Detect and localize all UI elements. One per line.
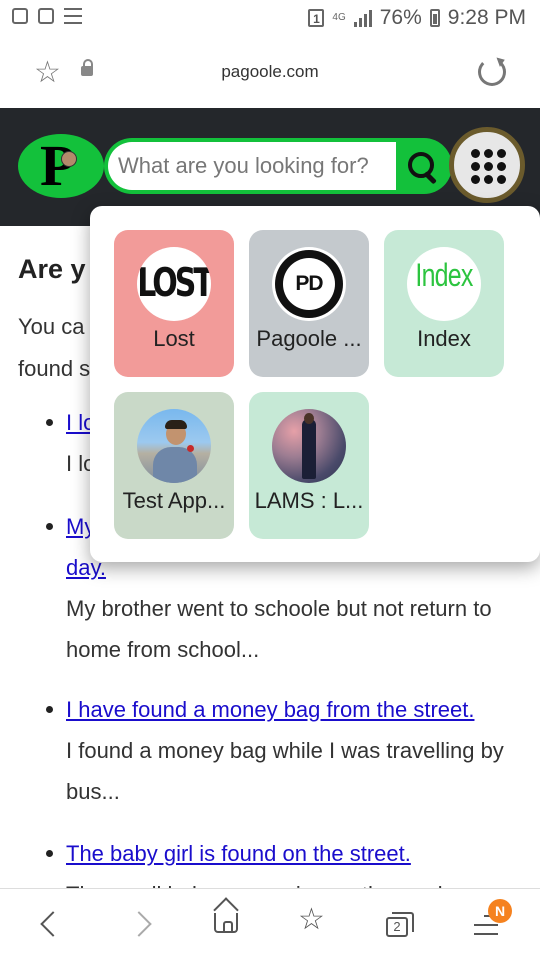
- result-link[interactable]: I have found a money bag from the street…: [66, 697, 474, 722]
- home-icon: [214, 913, 238, 933]
- bookmarks-icon: ☆: [298, 903, 325, 936]
- network-type: 4G: [332, 12, 346, 23]
- app-tile-lost[interactable]: LOST Lost: [114, 230, 234, 377]
- battery-percent: 76%: [379, 6, 422, 29]
- clock: 9:28 PM: [447, 6, 526, 29]
- lams-app-avatar: [272, 409, 346, 483]
- pagoole-app-icon: PD: [272, 247, 346, 321]
- tabs-icon: 2: [386, 912, 414, 937]
- notification-badge: N: [488, 899, 512, 923]
- grid-icon: [471, 149, 506, 184]
- app-label: Test App...: [122, 488, 226, 513]
- gallery-icon: [38, 8, 54, 24]
- home-button[interactable]: [198, 889, 258, 961]
- result-description: I found a money bag while I was travelli…: [66, 738, 504, 804]
- url-text[interactable]: pagoole.com: [0, 62, 540, 82]
- back-icon: [40, 911, 66, 937]
- list-item: I have found a money bag from the street…: [46, 689, 526, 812]
- apps-grid-button[interactable]: [449, 127, 525, 203]
- index-app-icon: Index: [407, 247, 481, 321]
- signal-icon: [353, 9, 372, 27]
- app-label: Pagoole ...: [256, 326, 362, 351]
- browser-bottom-nav: ☆ 2 N: [0, 888, 540, 961]
- logo-face-icon: [61, 151, 77, 167]
- app-tile-index[interactable]: Index Index: [384, 230, 504, 377]
- back-button[interactable]: [22, 889, 82, 961]
- search-button[interactable]: [402, 146, 446, 186]
- app-tile-pagoole[interactable]: PD Pagoole ...: [249, 230, 369, 377]
- browser-url-bar: ☆ pagoole.com: [0, 38, 540, 108]
- search-bar: [104, 138, 452, 194]
- site-logo[interactable]: P: [18, 134, 104, 198]
- app-label: LAMS : L...: [254, 488, 364, 513]
- result-description: My brother went to schoole but not retur…: [66, 596, 492, 662]
- screenshot-icon: [12, 8, 28, 24]
- result-link[interactable]: The baby girl is found on the street.: [66, 841, 411, 866]
- app-tile-test-app[interactable]: Test App...: [114, 392, 234, 539]
- test-app-avatar: [137, 409, 211, 483]
- app-label: Lost: [153, 326, 195, 351]
- tabs-button[interactable]: 2: [370, 889, 430, 961]
- search-input[interactable]: [108, 142, 396, 190]
- reload-icon[interactable]: [478, 58, 506, 86]
- app-tile-lams[interactable]: LAMS : L...: [249, 392, 369, 539]
- apps-menu: LOST Lost PD Pagoole ... Index Index Tes…: [90, 206, 540, 562]
- app-label: Index: [417, 326, 471, 351]
- forward-icon: [126, 911, 152, 937]
- bookmarks-button[interactable]: ☆: [284, 889, 344, 961]
- lost-app-icon: LOST: [137, 247, 211, 321]
- menu-button[interactable]: N: [458, 889, 518, 961]
- sim-icon: 1: [308, 9, 325, 27]
- page-heading: Are y: [18, 254, 86, 284]
- list-icon: [64, 8, 82, 24]
- battery-icon: [429, 9, 440, 27]
- forward-button[interactable]: [112, 889, 172, 961]
- status-bar: 1 4G 76% 9:28 PM: [0, 0, 540, 38]
